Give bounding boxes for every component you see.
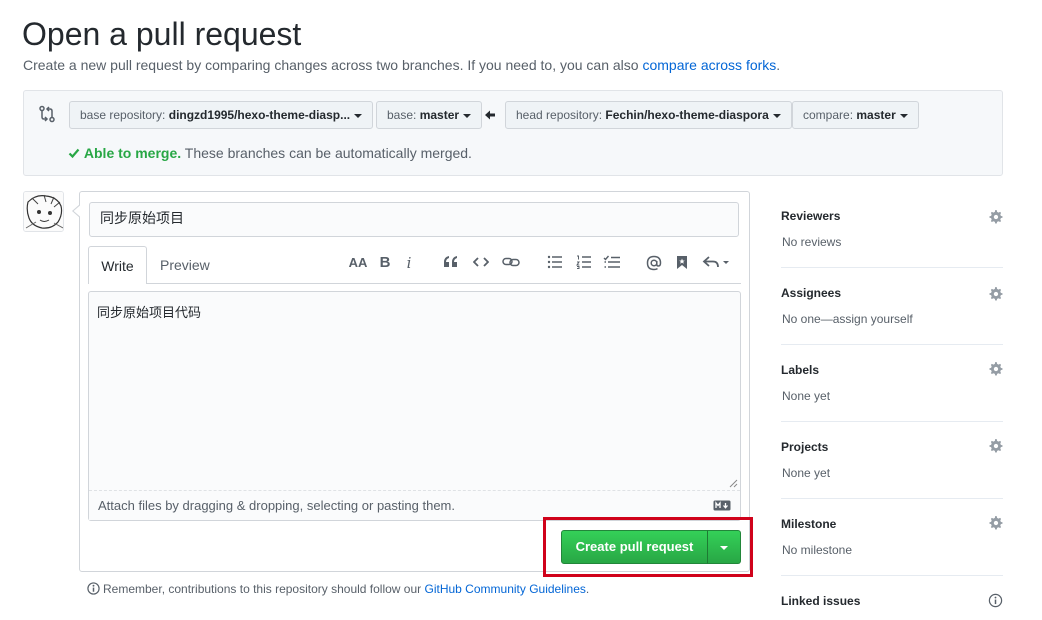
- reviewers-value: No reviews: [782, 235, 842, 249]
- heading-icon[interactable]: AA: [347, 252, 369, 274]
- caret-down-icon: [463, 113, 472, 118]
- sidebar-divider: [781, 344, 1003, 345]
- attach-files-text: Attach files by dragging & dropping, sel…: [98, 498, 455, 513]
- sidebar-divider: [781, 421, 1003, 422]
- base-repository-label: base repository:: [80, 108, 166, 122]
- markdown-icon[interactable]: [713, 500, 731, 511]
- merge-status-message: These branches can be automatically merg…: [184, 145, 472, 161]
- check-icon: [68, 148, 80, 159]
- labels-value: None yet: [782, 389, 831, 403]
- avatar[interactable]: [23, 191, 64, 232]
- create-pull-request-button[interactable]: Create pull request: [561, 530, 708, 564]
- tab-write[interactable]: Write: [88, 246, 147, 284]
- pointer-arrow: [72, 204, 80, 218]
- milestone-title[interactable]: Milestone: [781, 517, 836, 531]
- assignees-value[interactable]: No one—assign yourself: [782, 312, 913, 326]
- task-list-icon[interactable]: [601, 252, 623, 274]
- labels-title[interactable]: Labels: [781, 363, 819, 377]
- page-title: Open a pull request: [22, 16, 302, 52]
- resize-handle-icon[interactable]: [728, 478, 738, 488]
- mention-icon[interactable]: [644, 252, 664, 274]
- merge-status: Able to merge. These branches can be aut…: [68, 145, 472, 161]
- gear-icon[interactable]: [988, 209, 1003, 224]
- sidebar-divider: [781, 267, 1003, 268]
- create-pull-request-dropdown[interactable]: [707, 530, 741, 564]
- base-branch-label: base:: [387, 108, 417, 122]
- head-repository-value: Fechin/hexo-theme-diaspora: [605, 108, 769, 122]
- page-subtitle: Create a new pull request by comparing c…: [23, 57, 780, 73]
- gear-icon[interactable]: [988, 438, 1003, 453]
- tab-preview[interactable]: Preview: [160, 246, 210, 284]
- compare-branch-select[interactable]: compare: master: [792, 101, 919, 129]
- info-icon[interactable]: [988, 593, 1003, 608]
- reply-icon[interactable]: [701, 252, 731, 274]
- comment-textarea[interactable]: [88, 291, 741, 521]
- base-repository-select[interactable]: base repository: dingzd1995/hexo-theme-d…: [69, 101, 374, 129]
- comment-text: 同步原始项目代码: [97, 306, 202, 321]
- arrow-left-icon: [485, 110, 495, 120]
- gear-icon[interactable]: [988, 515, 1003, 530]
- merge-status-label: Able to merge.: [83, 145, 182, 161]
- sidebar-divider: [781, 575, 1003, 576]
- assignees-title[interactable]: Assignees: [781, 286, 841, 300]
- subtitle-text: Create a new pull request by comparing c…: [23, 57, 639, 73]
- gear-icon[interactable]: [988, 286, 1003, 301]
- caret-down-icon: [772, 113, 781, 118]
- compare-branch-label: compare:: [803, 108, 854, 122]
- base-branch-value: master: [419, 108, 460, 122]
- contribution-guidelines-note: Remember, contributions to this reposito…: [87, 582, 589, 596]
- code-icon[interactable]: [471, 252, 491, 274]
- projects-value: None yet: [782, 466, 831, 480]
- tab-divider: [88, 283, 741, 284]
- ordered-list-icon[interactable]: [574, 252, 594, 274]
- info-icon: [87, 582, 100, 595]
- compare-branch-value: master: [856, 108, 896, 122]
- sidebar-divider: [781, 498, 1003, 499]
- italic-icon[interactable]: i: [402, 252, 416, 274]
- unordered-list-icon[interactable]: [545, 252, 565, 274]
- base-repository-value: dingzd1995/hexo-theme-diasp...: [168, 108, 351, 122]
- pr-title-input[interactable]: 同步原始项目: [89, 202, 739, 237]
- subtitle-end: .: [776, 57, 781, 73]
- milestone-value: No milestone: [782, 543, 853, 557]
- gear-icon[interactable]: [988, 361, 1003, 376]
- compare-forks-link[interactable]: compare across forks: [642, 57, 776, 73]
- community-guidelines-link[interactable]: GitHub Community Guidelines: [425, 582, 586, 596]
- bold-icon[interactable]: B: [377, 252, 393, 274]
- projects-title[interactable]: Projects: [781, 440, 828, 454]
- saved-reply-icon[interactable]: [672, 252, 692, 274]
- avatar-image: [24, 192, 63, 231]
- link-icon[interactable]: [500, 252, 522, 274]
- quote-icon[interactable]: [441, 252, 461, 274]
- reviewers-title[interactable]: Reviewers: [781, 209, 840, 223]
- head-repository-select[interactable]: head repository: Fechin/hexo-theme-diasp…: [505, 101, 792, 129]
- caret-down-icon: [354, 113, 363, 118]
- linked-issues-title[interactable]: Linked issues: [781, 594, 860, 608]
- head-repository-label: head repository:: [516, 108, 603, 122]
- caret-down-icon: [899, 113, 908, 118]
- base-branch-select[interactable]: base: master: [376, 101, 483, 129]
- caret-down-icon: [720, 546, 728, 550]
- git-compare-icon: [39, 105, 55, 123]
- guidelines-end: .: [585, 582, 590, 596]
- guidelines-text: Remember, contributions to this reposito…: [103, 582, 422, 596]
